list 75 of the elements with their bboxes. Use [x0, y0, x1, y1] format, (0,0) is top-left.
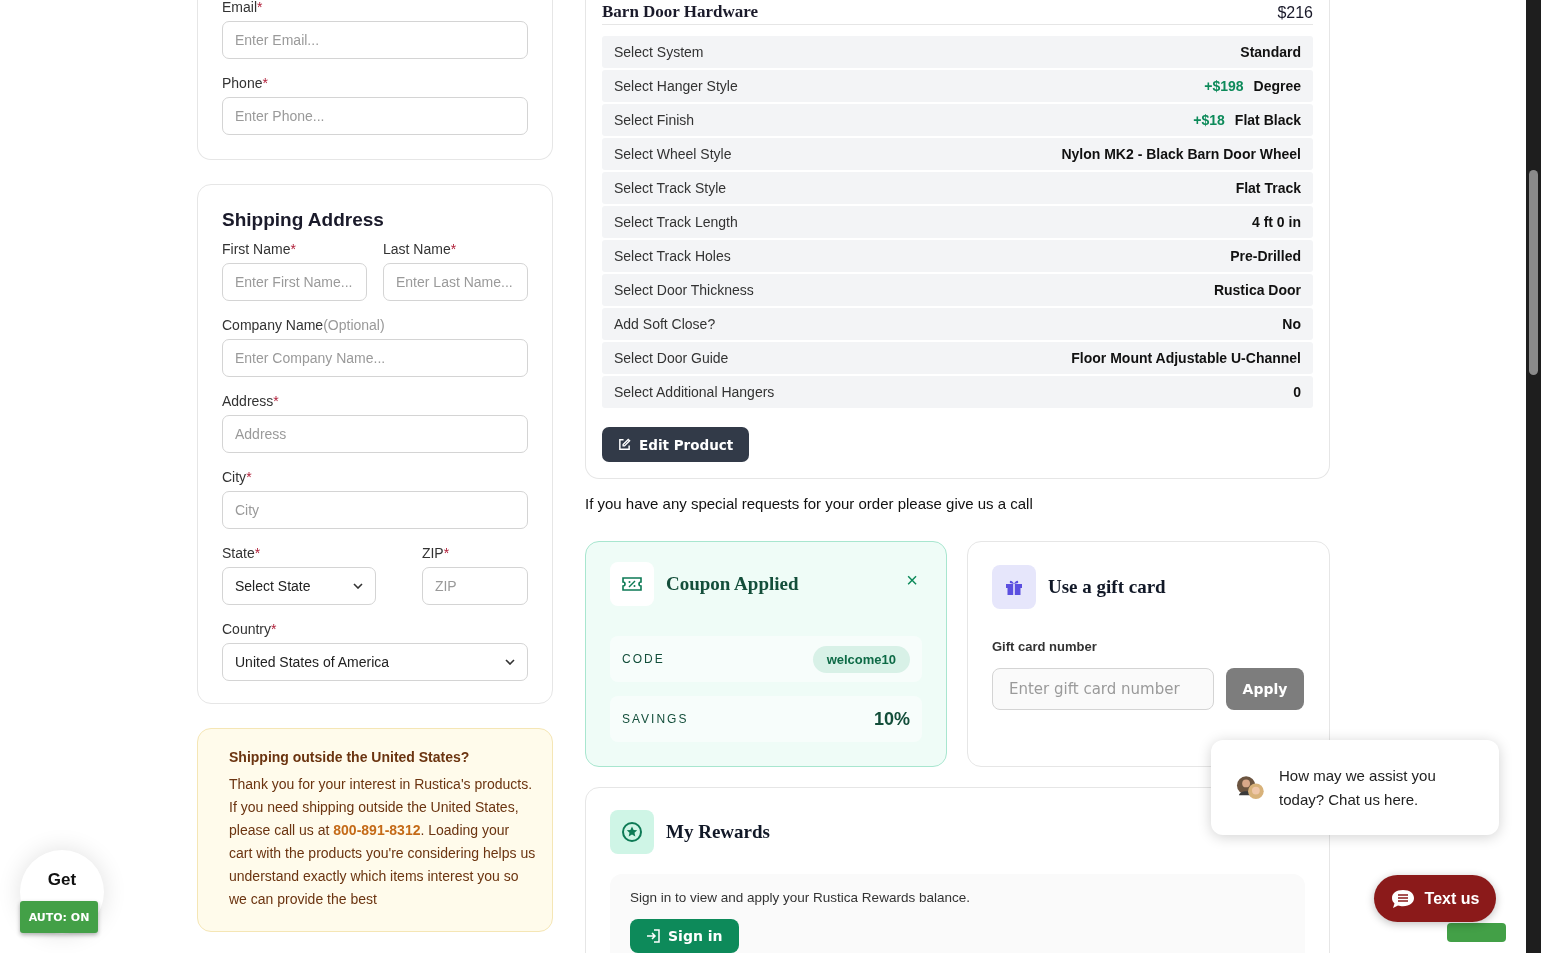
coupon-title: Coupon Applied: [666, 573, 800, 595]
scrollbar[interactable]: [1526, 0, 1541, 953]
chat-icon: [1390, 888, 1415, 909]
field-label: Phone*: [222, 75, 269, 91]
savings-label: SAVINGS: [622, 712, 689, 726]
sign-in-icon: [646, 929, 660, 943]
option-surcharge: +$18: [1193, 112, 1225, 128]
option-value: No: [1282, 316, 1301, 332]
code-label: CODE: [622, 652, 665, 666]
select-dropdown[interactable]: United States of America: [222, 643, 528, 681]
star-badge-icon: [610, 810, 654, 854]
option-value: 4 ft 0 in: [1252, 214, 1301, 230]
savings-value: 10%: [873, 708, 910, 730]
field-label: First Name*: [222, 241, 297, 257]
field-label: Gift card number: [992, 639, 1098, 654]
chevron-down-icon: [505, 659, 515, 665]
input-field[interactable]: City: [222, 491, 528, 529]
gift-icon: [992, 565, 1036, 609]
close-button[interactable]: ×: [902, 570, 922, 590]
field-label: Address*: [222, 393, 280, 409]
option-surcharge: +$198: [1204, 78, 1244, 94]
field-label: ZIP*: [421, 545, 451, 561]
rewards-title: My Rewards: [666, 821, 771, 843]
option-label: Select Track Style: [614, 180, 727, 196]
option-label: Select Track Holes: [614, 248, 731, 264]
input-field[interactable]: Enter Email...: [222, 21, 528, 59]
product-title: Barn Door Hardware: [602, 2, 759, 22]
option-value: Flat Black: [1234, 112, 1301, 128]
select-dropdown[interactable]: Select State: [222, 567, 376, 605]
option-value: 0: [1293, 384, 1301, 400]
ticket-icon: [610, 562, 654, 606]
option-label: Select Door Thickness: [614, 282, 754, 298]
notice-text: Thank you for your interest in Rustica's products. If you need shipping outside the United States, please call us at 800-891-8312. Loading your cart with the products you're considering helps us understand exactly which items interest you so we can provide the best: [229, 775, 536, 909]
text-us-button[interactable]: Text us: [1374, 875, 1496, 922]
chat-bubble[interactable]: How may we assist you today? Chat us here.: [1211, 740, 1499, 835]
field-label: Country*: [222, 621, 278, 637]
option-value: Degree: [1253, 78, 1301, 94]
input-field[interactable]: Address: [222, 415, 528, 453]
option-label: Select System: [614, 44, 704, 60]
option-value: Floor Mount Adjustable U-Channel: [1071, 350, 1301, 366]
option-value: Nylon MK2 - Black Barn Door Wheel: [1061, 146, 1301, 162]
option-label: Select Finish: [614, 112, 695, 128]
input-field[interactable]: Enter Company Name...: [222, 339, 528, 377]
option-label: Add Soft Close?: [614, 316, 716, 332]
rewards-text: Sign in to view and apply your Rustica Rewards balance.: [630, 890, 970, 905]
option-label: Select Door Guide: [614, 350, 729, 366]
sign-in-button[interactable]: Sign in: [630, 919, 739, 953]
field-label: Company Name(Optional): [222, 317, 386, 333]
field-label: Last Name*: [383, 241, 458, 257]
option-label: Select Wheel Style: [614, 146, 732, 162]
edit-product-button[interactable]: Edit Product: [602, 427, 750, 462]
coupon-code: welcome10: [812, 645, 910, 673]
special-request-text: If you have any special requests for your order please give us a call: [585, 494, 1034, 514]
option-value: Pre-Drilled: [1230, 248, 1301, 264]
option-value: Flat Track: [1235, 180, 1301, 196]
notice-title: Shipping outside the United States?: [229, 749, 471, 765]
edit-icon: [618, 438, 631, 451]
section-title: Shipping Address: [222, 209, 385, 231]
chat-message: How may we assist you today? Chat us here.: [1279, 765, 1437, 810]
field-label: Email*: [222, 0, 264, 15]
option-label: Select Hanger Style: [614, 78, 738, 94]
input-field[interactable]: Enter First Name...: [222, 263, 367, 301]
option-value: Rustica Door: [1213, 282, 1301, 298]
field-label: State*: [222, 545, 262, 561]
option-value: Standard: [1240, 44, 1301, 60]
chevron-down-icon: [352, 583, 363, 589]
option-label: Select Track Length: [614, 214, 738, 230]
input-field[interactable]: Enter Last Name...: [383, 263, 528, 301]
product-price: $216: [1277, 4, 1313, 22]
promo-text: Get: [47, 870, 77, 890]
input-field[interactable]: ZIP: [421, 567, 528, 605]
input-field[interactable]: Enter Phone...: [222, 97, 528, 135]
option-label: Select Additional Hangers: [614, 384, 775, 400]
field-label: City*: [222, 469, 253, 485]
gift-card-title: Use a gift card: [1048, 576, 1167, 598]
